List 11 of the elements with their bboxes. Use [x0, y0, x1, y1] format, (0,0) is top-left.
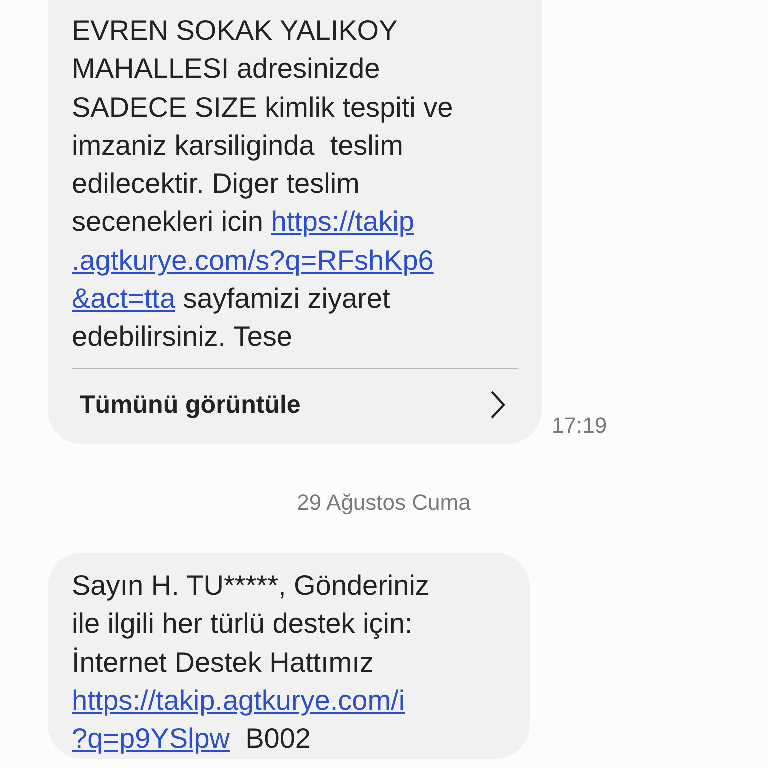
- link[interactable]: &act=tta: [72, 283, 176, 314]
- chevron-right-icon: [490, 390, 506, 420]
- view-all-button[interactable]: Tümünü görüntüle: [72, 368, 518, 444]
- link[interactable]: .agtkurye.com/s?q=RFshKp6: [72, 244, 434, 276]
- message-time: 17:19: [552, 412, 608, 440]
- message-text: EVREN SOKAK YALIKOY MAHALLESI adresinizde SADECE SIZE kimlik tespiti ve imzaniz karsiliginda teslim edilecektir. Diger teslim secenekleri icin https://takip .agtkurye.com/s?q=RFshKp6 &act=tta sayfamizi ziyaret edebilirsiniz. Tese: [72, 14, 454, 354]
- link[interactable]: https://takip: [271, 206, 414, 238]
- date-divider: 29 Ağustos Cuma: [296, 489, 472, 518]
- message-text: Sayın H. TU*****, Gönderiniz ile ilgili her türlü destek için: İnternet Destek Hattımız https://takip.agtkurye.com/i ?q=p9YSlpw B002: [72, 569, 430, 756]
- link[interactable]: ?q=p9YSlpw: [72, 723, 230, 754]
- link[interactable]: https://takip.agtkurye.com/i: [72, 685, 406, 716]
